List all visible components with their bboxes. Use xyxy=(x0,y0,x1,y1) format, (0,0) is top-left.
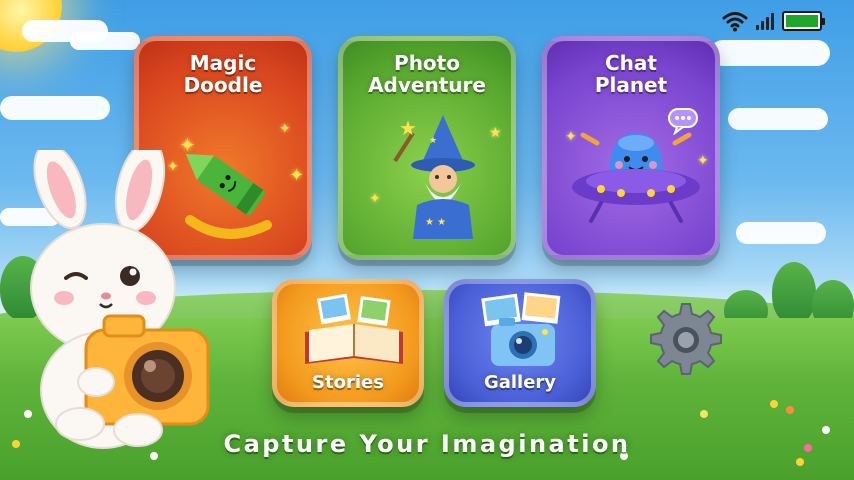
signal-icon xyxy=(756,12,774,30)
flower xyxy=(770,400,778,408)
tile-title: Stories xyxy=(312,371,384,393)
flower xyxy=(796,458,804,466)
sparkle-icon: ✦ xyxy=(289,165,305,186)
svg-text:★: ★ xyxy=(429,136,437,146)
status-bar xyxy=(722,10,825,32)
tile-title: Magic Doodle xyxy=(183,51,263,97)
tile-title: Photo Adventure xyxy=(368,51,486,97)
chat-planet-tile[interactable]: Chat Planet ✦ ✦ xyxy=(542,36,720,260)
wifi-icon xyxy=(722,12,748,32)
storybook-icon xyxy=(305,293,403,364)
tile-title: Gallery xyxy=(483,371,557,393)
battery-level xyxy=(786,15,818,27)
wizard-icon: ★ ★ ★ ★ xyxy=(393,115,475,239)
cloud xyxy=(736,222,826,244)
sparkle-icon: ✦ xyxy=(369,191,381,207)
sparkle-icon: ✦ xyxy=(279,121,291,137)
cloud xyxy=(728,108,828,130)
gallery-tile[interactable]: Gallery xyxy=(444,279,596,407)
cloud xyxy=(710,40,830,66)
flower xyxy=(700,410,708,418)
gear-icon[interactable] xyxy=(646,300,726,380)
alien-ufo-icon xyxy=(572,132,700,223)
battery-icon xyxy=(782,11,825,31)
photo-camera-icon xyxy=(481,292,561,366)
cloud xyxy=(0,96,110,120)
svg-text:★ ★: ★ ★ xyxy=(425,217,446,228)
cloud xyxy=(70,32,140,50)
tile-title: Chat Planet xyxy=(594,51,668,97)
photo-adventure-tile[interactable]: Photo Adventure ★ ✦ ★ ★ ★ ★ xyxy=(338,36,516,260)
flower xyxy=(786,406,794,414)
tagline: Capture Your Imagination xyxy=(223,430,631,458)
stories-tile[interactable]: Stories xyxy=(272,279,424,407)
bunny-with-camera-icon xyxy=(30,150,210,449)
tree xyxy=(772,262,816,324)
svg-text:★: ★ xyxy=(399,116,417,140)
